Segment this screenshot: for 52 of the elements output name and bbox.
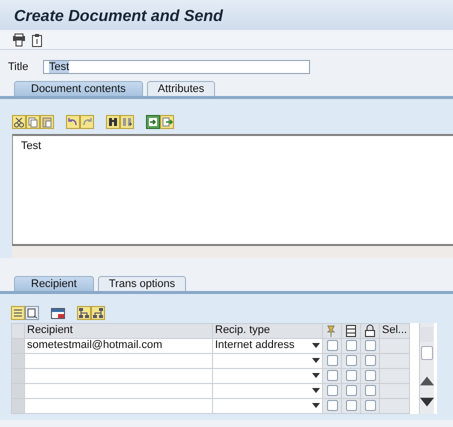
checkbox[interactable] xyxy=(326,385,338,396)
scrollbar[interactable] xyxy=(418,322,434,414)
column-header: Sel... xyxy=(380,323,410,338)
checkbox[interactable] xyxy=(326,340,338,351)
checkbox[interactable] xyxy=(364,340,376,351)
window-icon[interactable] xyxy=(51,306,65,320)
scroll-thumb[interactable] xyxy=(420,346,433,360)
column-header: Recipient xyxy=(24,323,212,338)
columns-icon xyxy=(344,324,358,338)
title-field[interactable]: Test xyxy=(43,60,310,74)
scissors-icon[interactable] xyxy=(12,114,26,128)
checkbox[interactable] xyxy=(364,355,376,366)
detail-icon[interactable] xyxy=(11,306,25,320)
hierarchy-icon[interactable] xyxy=(91,306,105,320)
checkbox[interactable] xyxy=(346,385,356,396)
redo-icon[interactable] xyxy=(80,114,94,128)
checkbox[interactable] xyxy=(326,400,338,411)
window-title: Create Document and Send xyxy=(0,0,453,30)
dropdown-caret-icon[interactable] xyxy=(312,358,320,364)
dropdown-value: Internet address xyxy=(212,338,310,353)
checkbox[interactable] xyxy=(364,385,376,396)
paste-icon[interactable] xyxy=(40,114,54,128)
column-header: Recip. type xyxy=(212,323,322,338)
dropdown-caret-icon[interactable] xyxy=(312,342,320,348)
checkbox[interactable] xyxy=(346,400,356,411)
printer-icon[interactable] xyxy=(12,32,26,46)
checkbox[interactable] xyxy=(326,370,338,381)
dropdown-caret-icon[interactable] xyxy=(312,402,320,408)
checkbox[interactable] xyxy=(326,355,338,366)
editor-text: Test xyxy=(21,140,42,152)
text-editor[interactable]: Test xyxy=(12,134,453,244)
tab[interactable]: Attributes xyxy=(146,80,216,96)
copy-icon[interactable] xyxy=(26,114,40,128)
tab[interactable]: Trans options xyxy=(98,276,186,290)
dropdown-caret-icon[interactable] xyxy=(312,388,320,394)
tab[interactable]: Recipient xyxy=(14,276,94,290)
checkbox[interactable] xyxy=(364,400,376,411)
scroll-corner xyxy=(420,326,434,342)
lock-icon xyxy=(363,324,377,338)
export-icon[interactable] xyxy=(160,114,174,128)
field-label: Title xyxy=(8,60,30,75)
checkbox[interactable] xyxy=(364,370,376,381)
checkbox[interactable] xyxy=(346,355,356,366)
hierarchy-icon[interactable] xyxy=(77,306,91,320)
dropdown-caret-icon[interactable] xyxy=(312,372,320,378)
tab[interactable]: Document contents xyxy=(14,80,143,96)
checkbox[interactable] xyxy=(346,370,356,381)
import-icon[interactable] xyxy=(146,114,160,128)
clipboard-icon[interactable] xyxy=(30,32,44,46)
table-cell: sometestmail@hotmail.com xyxy=(24,338,212,353)
checkbox[interactable] xyxy=(346,340,356,351)
undo-icon[interactable] xyxy=(66,114,80,128)
